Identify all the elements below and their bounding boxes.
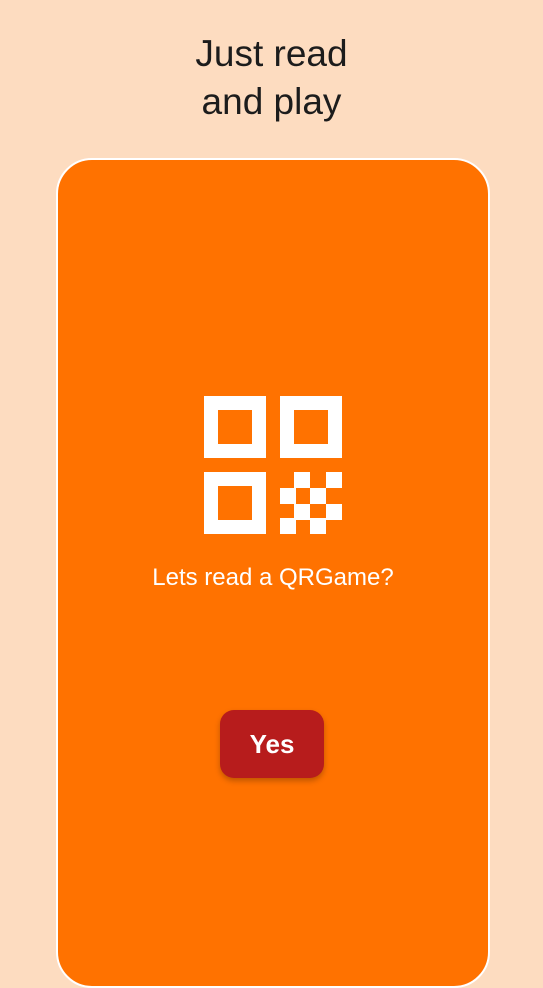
- qr-code-icon: [204, 396, 342, 534]
- headline-line-2: and play: [201, 81, 342, 122]
- page-headline: Just read and play: [0, 30, 543, 126]
- read-prompt-text: Lets read a QRGame?: [152, 564, 394, 591]
- yes-button[interactable]: Yes: [220, 710, 324, 778]
- phone-screen: Lets read a QRGame? Yes: [56, 158, 490, 988]
- headline-line-1: Just read: [195, 33, 348, 74]
